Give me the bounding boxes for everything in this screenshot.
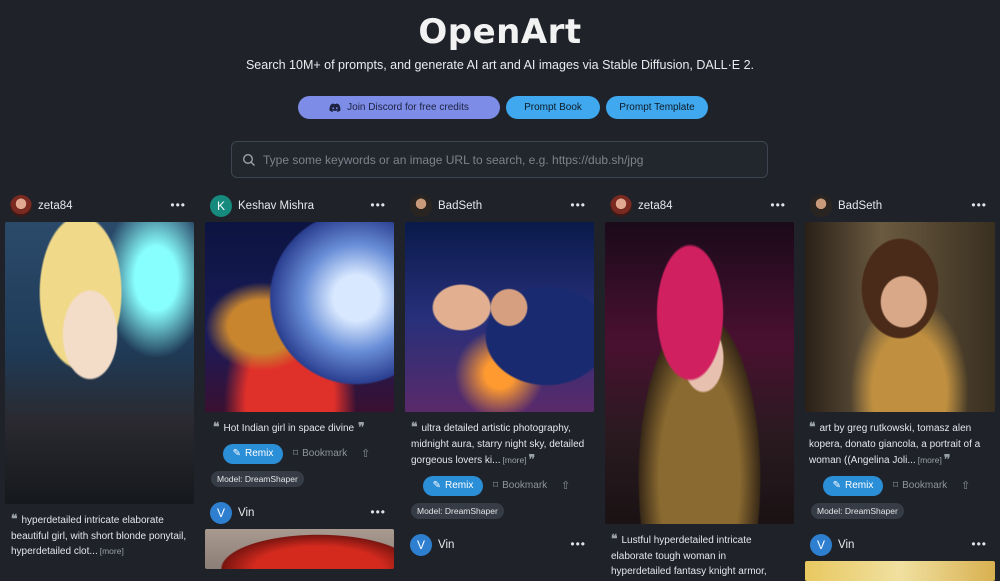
author-name[interactable]: Vin bbox=[838, 539, 854, 551]
prompt-template-button[interactable]: Prompt Template bbox=[606, 96, 708, 119]
card-image[interactable] bbox=[205, 222, 394, 412]
quote-icon: ❝ bbox=[11, 512, 18, 526]
bookmark-icon: ⌑ bbox=[493, 480, 499, 491]
more-link[interactable]: [more] bbox=[503, 455, 527, 465]
prompt-caption: ❝ hyperdetailed intricate elaborate beaut… bbox=[11, 512, 187, 557]
card-header: K Keshav Mishra ••• bbox=[205, 194, 394, 218]
search-bar[interactable] bbox=[231, 141, 768, 178]
model-badge[interactable]: Model: DreamShaper bbox=[811, 502, 904, 519]
more-options-icon[interactable]: ••• bbox=[370, 198, 386, 212]
more-options-icon[interactable]: ••• bbox=[170, 198, 186, 212]
more-options-icon[interactable]: ••• bbox=[370, 505, 386, 519]
bookmark-button[interactable]: ⌑ Bookmark bbox=[493, 480, 547, 491]
author-name[interactable]: zeta84 bbox=[38, 200, 73, 212]
avatar[interactable] bbox=[810, 195, 832, 217]
pencil-icon: ✎ bbox=[232, 448, 242, 459]
more-options-icon[interactable]: ••• bbox=[570, 537, 586, 551]
prompt-caption: ❝ art by greg rutkowski, tomasz alen kope… bbox=[809, 420, 981, 466]
bookmark-button[interactable]: ⌑ Bookmark bbox=[293, 448, 347, 459]
more-options-icon[interactable]: ••• bbox=[971, 537, 987, 551]
feed-column-3: BadSeth ••• ❝ ultra detailed artistic pho… bbox=[405, 194, 594, 557]
card-header: BadSeth ••• bbox=[405, 194, 594, 218]
card-image[interactable] bbox=[405, 222, 594, 412]
join-discord-label: Join Discord for free credits bbox=[347, 102, 469, 113]
author-name[interactable]: Vin bbox=[438, 539, 454, 551]
avatar[interactable]: V bbox=[210, 501, 232, 524]
quote-icon: ❝ bbox=[411, 420, 418, 434]
prompt-caption: ❝ Hot Indian girl in space divine ❞ bbox=[213, 420, 365, 434]
model-badge[interactable]: Model: DreamShaper bbox=[211, 470, 304, 487]
remix-button[interactable]: ✎ Remix bbox=[823, 475, 883, 496]
more-link[interactable]: [more] bbox=[918, 455, 942, 465]
share-icon[interactable]: ⇧ bbox=[561, 479, 570, 492]
page-title: OpenArt bbox=[418, 12, 582, 52]
avatar[interactable]: V bbox=[810, 533, 832, 556]
card-image[interactable] bbox=[805, 222, 995, 412]
page-subtitle: Search 10M+ of prompts, and generate AI … bbox=[245, 58, 755, 72]
quote-icon: ❝ bbox=[809, 420, 816, 434]
remix-button[interactable]: ✎ Remix bbox=[423, 475, 483, 496]
search-input[interactable] bbox=[263, 152, 763, 167]
prompt-caption: ❝ Lustful hyperdetailed intricate elabora… bbox=[611, 532, 767, 577]
bookmark-icon: ⌑ bbox=[293, 448, 299, 459]
card-header: V Vin ••• bbox=[805, 533, 995, 557]
quote-icon: ❝ bbox=[611, 532, 618, 546]
card-image[interactable] bbox=[5, 222, 194, 504]
card-actions: ✎ Remix ⌑ Bookmark ⇧ bbox=[405, 475, 594, 497]
pencil-icon: ✎ bbox=[832, 480, 842, 491]
author-name[interactable]: BadSeth bbox=[838, 200, 882, 212]
remix-button[interactable]: ✎ Remix bbox=[223, 443, 283, 464]
prompt-book-label: Prompt Book bbox=[524, 102, 582, 113]
avatar[interactable] bbox=[10, 195, 32, 217]
more-options-icon[interactable]: ••• bbox=[770, 198, 786, 212]
avatar[interactable] bbox=[610, 195, 632, 217]
prompt-template-label: Prompt Template bbox=[619, 102, 695, 113]
card-header: BadSeth ••• bbox=[805, 194, 995, 218]
more-options-icon[interactable]: ••• bbox=[570, 198, 586, 212]
avatar[interactable]: V bbox=[410, 533, 432, 556]
prompt-caption: ❝ ultra detailed artistic photography, mi… bbox=[411, 420, 585, 466]
more-options-icon[interactable]: ••• bbox=[971, 198, 987, 212]
bookmark-icon: ⌑ bbox=[893, 480, 899, 491]
share-icon[interactable]: ⇧ bbox=[961, 479, 970, 492]
quote-close-icon: ❞ bbox=[943, 452, 951, 466]
pencil-icon: ✎ bbox=[432, 480, 442, 491]
card-image[interactable] bbox=[205, 528, 394, 569]
card-header: V Vin ••• bbox=[205, 501, 394, 525]
author-name[interactable]: Keshav Mishra bbox=[238, 200, 314, 212]
card-header: zeta84 ••• bbox=[5, 194, 194, 218]
feed-column-5: BadSeth ••• ❝ art by greg rutkowski, toma… bbox=[805, 194, 995, 581]
quote-close-icon: ❞ bbox=[528, 452, 536, 466]
card-image[interactable] bbox=[605, 222, 794, 524]
author-name[interactable]: BadSeth bbox=[438, 200, 482, 212]
author-name[interactable]: Vin bbox=[238, 507, 254, 519]
quote-close-icon: ❞ bbox=[358, 420, 365, 434]
search-icon bbox=[242, 153, 255, 166]
quote-icon: ❝ bbox=[213, 420, 220, 434]
feed-column-1: zeta84 ••• ❝ hyperdetailed intricate elab… bbox=[5, 194, 194, 560]
feed-column-4: zeta84 ••• ❝ Lustful hyperdetailed intric… bbox=[605, 194, 794, 580]
card-actions: ✎ Remix ⌑ Bookmark ⇧ bbox=[805, 475, 995, 497]
card-header: zeta84 ••• bbox=[605, 194, 794, 218]
more-link[interactable]: [more] bbox=[100, 546, 124, 556]
feed-column-2: K Keshav Mishra ••• ❝ Hot Indian girl in … bbox=[205, 194, 394, 569]
avatar[interactable]: K bbox=[210, 195, 232, 217]
card-header: V Vin ••• bbox=[405, 533, 594, 557]
card-actions: ✎ Remix ⌑ Bookmark ⇧ bbox=[205, 443, 394, 465]
model-badge[interactable]: Model: DreamShaper bbox=[411, 502, 504, 519]
avatar[interactable] bbox=[410, 195, 432, 217]
card-image[interactable] bbox=[805, 560, 995, 581]
join-discord-button[interactable]: Join Discord for free credits bbox=[298, 96, 500, 119]
prompt-book-button[interactable]: Prompt Book bbox=[506, 96, 600, 119]
share-icon[interactable]: ⇧ bbox=[361, 447, 370, 460]
author-name[interactable]: zeta84 bbox=[638, 200, 673, 212]
bookmark-button[interactable]: ⌑ Bookmark bbox=[893, 480, 947, 491]
discord-icon bbox=[329, 103, 341, 112]
